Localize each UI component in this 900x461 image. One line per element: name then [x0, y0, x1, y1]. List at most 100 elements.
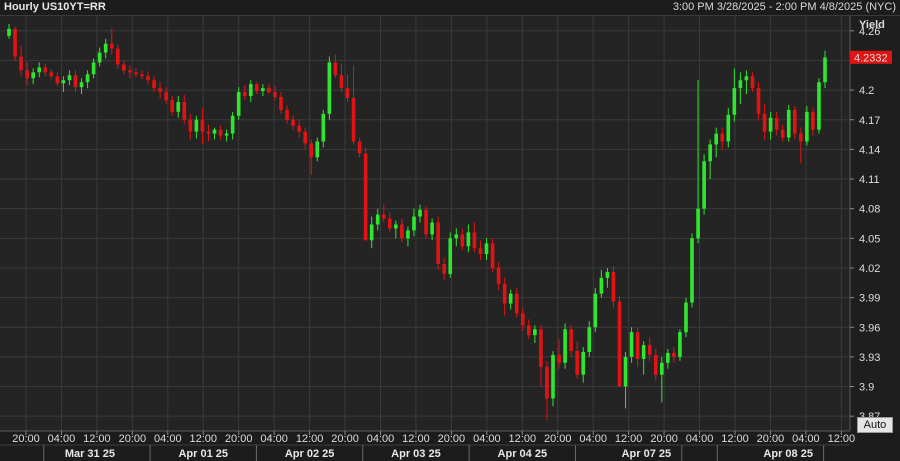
candle-body	[569, 329, 573, 351]
candle-body	[418, 209, 422, 217]
candle-body	[170, 99, 175, 112]
day-label: Apr 07 25	[622, 448, 672, 460]
x-tick-label: 20:00	[12, 433, 40, 445]
candle-body	[527, 325, 531, 336]
candle-body	[394, 224, 398, 229]
candle-body	[478, 248, 483, 255]
day-label: Mar 31 25	[65, 448, 115, 460]
candle-body	[61, 80, 66, 84]
candle-body	[786, 109, 791, 138]
date-range: 3:00 PM 3/28/2025 - 2:00 PM 4/8/2025 (NY…	[672, 1, 896, 13]
candle-body	[496, 267, 501, 284]
candle-body	[194, 119, 199, 132]
candle-body	[212, 129, 217, 134]
x-tick-label: 20:00	[650, 433, 678, 445]
candle-body	[339, 75, 344, 89]
candle-body	[400, 224, 404, 239]
candle-body	[611, 271, 616, 302]
candle-body	[484, 243, 489, 255]
candle-body	[702, 161, 706, 209]
candle-body	[285, 109, 289, 120]
candle-body	[738, 80, 743, 89]
x-tick-label: 04:00	[154, 433, 182, 445]
candle	[551, 350, 555, 407]
candle-body	[811, 111, 815, 130]
candle-body	[563, 329, 567, 363]
day-label: Apr 03 25	[391, 448, 441, 460]
y-tick-label: 4.08	[859, 204, 880, 216]
candle-body	[182, 101, 187, 120]
candle	[563, 323, 567, 369]
y-tick-label: 3.99	[859, 293, 880, 305]
candle-body	[291, 119, 295, 126]
y-tick-label: 4.17	[859, 115, 880, 127]
x-tick-label: 04:00	[686, 433, 714, 445]
candle-body	[817, 82, 821, 130]
candle-body	[345, 88, 350, 99]
candle-body	[750, 76, 755, 89]
candle	[690, 233, 694, 308]
candle-body	[91, 62, 96, 75]
candle-body	[140, 74, 144, 77]
candle-body	[122, 64, 126, 71]
candle-body	[321, 113, 326, 142]
candle-body	[647, 345, 652, 355]
candle-body	[273, 92, 277, 98]
candle-body	[551, 354, 555, 399]
candle-body	[7, 28, 11, 36]
candle-body	[363, 153, 368, 241]
candle-body	[97, 52, 102, 63]
y-tick-label: 3.9	[859, 382, 874, 394]
candle-body	[780, 129, 785, 138]
y-tick-label: 3.96	[859, 322, 880, 334]
x-tick-label: 04:00	[792, 433, 820, 445]
x-tick-label: 04:00	[367, 433, 395, 445]
candle-body	[85, 74, 90, 83]
candle-body	[557, 354, 561, 363]
candle-body	[242, 92, 247, 97]
candle-body	[303, 131, 307, 144]
day-label: Apr 01 25	[178, 448, 228, 460]
candle-body	[13, 28, 17, 57]
candle-body	[351, 98, 356, 142]
candle	[702, 154, 706, 215]
candle	[363, 147, 368, 241]
candle-body	[224, 133, 229, 136]
candlestick-chart[interactable]: Yield 4.264.24.174.144.114.084.054.023.9…	[0, 16, 900, 461]
candle-body	[115, 48, 120, 65]
candle-body	[659, 362, 664, 375]
candle	[617, 295, 622, 387]
x-tick-label: 04:00	[48, 433, 76, 445]
candle-body	[134, 72, 138, 75]
auto-scale-button[interactable]: Auto	[857, 417, 893, 433]
candle-body	[744, 76, 749, 81]
x-tick-label: 12:00	[189, 433, 217, 445]
candle-body	[309, 143, 314, 158]
candle-body	[799, 133, 803, 142]
candle-body	[502, 283, 507, 304]
candle-body	[823, 57, 827, 83]
candle-body	[31, 72, 35, 79]
candle-body	[158, 88, 162, 93]
candle-body	[436, 222, 440, 265]
candle-body	[684, 302, 688, 333]
candle-body	[545, 366, 549, 399]
candle-body	[67, 75, 72, 81]
candle-body	[406, 230, 410, 239]
candle	[327, 56, 332, 120]
x-tick-label: 12:00	[615, 433, 643, 445]
candle-body	[678, 332, 682, 357]
candle-body	[520, 313, 525, 326]
candle-body	[581, 351, 586, 375]
candle-body	[653, 354, 658, 375]
candle-body	[623, 356, 628, 387]
candle-body	[248, 84, 253, 97]
candle-body	[792, 109, 797, 134]
candle	[805, 105, 809, 146]
candle	[13, 26, 17, 61]
candle-body	[629, 332, 634, 357]
chart-window: Hourly US10YT=RR 3:00 PM 3/28/2025 - 2:0…	[0, 0, 900, 461]
y-tick-label: 4.05	[859, 233, 880, 245]
candle	[436, 216, 440, 270]
x-tick-label: 20:00	[438, 433, 466, 445]
